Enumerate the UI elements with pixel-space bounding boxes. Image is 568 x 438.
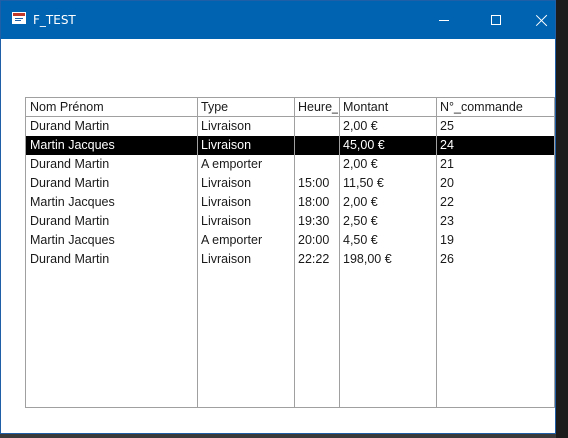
column-separator[interactable] (197, 98, 198, 407)
cell-montant: 198,00 € (343, 252, 392, 266)
maximize-button[interactable] (473, 1, 519, 39)
cell-type: Livraison (201, 176, 252, 190)
cell-numero-commande: 21 (440, 157, 454, 171)
cell-numero-commande: 26 (440, 252, 454, 266)
cell-numero-commande: 22 (440, 195, 454, 209)
cell-numero-commande: 23 (440, 214, 454, 228)
minimize-button[interactable] (421, 1, 467, 39)
cell-heure: 20:00 (298, 233, 330, 247)
cell-heure: 19:30 (298, 214, 330, 228)
cell-type: A emporter (201, 157, 263, 171)
cell-nom-prenom: Durand Martin (30, 214, 110, 228)
cell-montant: 2,00 € (343, 119, 378, 133)
background-shadow (556, 0, 568, 438)
cell-type: Livraison (201, 138, 252, 152)
cell-type: Livraison (201, 252, 252, 266)
list-item[interactable]: Martin Jacques Livraison 18:00 2,00 € 22 (26, 193, 554, 212)
column-separator[interactable] (339, 98, 340, 407)
form-window: F_TEST Nom Prénom Type Heure_ Montant N°… (0, 0, 556, 434)
form-icon[interactable] (12, 12, 26, 24)
header-numero-commande: N°_commande (440, 100, 523, 114)
column-separator[interactable] (436, 98, 437, 407)
cell-nom-prenom: Martin Jacques (30, 138, 115, 152)
cell-nom-prenom: Durand Martin (30, 176, 110, 190)
cell-nom-prenom: Durand Martin (30, 119, 110, 133)
cell-montant: 11,50 € (343, 176, 384, 190)
cell-heure: 15:00 (298, 176, 330, 190)
cell-montant: 45,00 € (343, 138, 385, 152)
list-item[interactable]: Martin Jacques Livraison 45,00 € 24 (26, 136, 554, 155)
cell-nom-prenom: Durand Martin (30, 157, 110, 171)
header-nom-prenom: Nom Prénom (30, 100, 104, 114)
close-icon (536, 14, 548, 26)
cell-montant: 2,50 € (343, 214, 378, 228)
list-header: Nom Prénom Type Heure_ Montant N°_comman… (26, 98, 554, 117)
cell-numero-commande: 24 (440, 138, 454, 152)
cell-montant: 2,00 € (343, 195, 378, 209)
list-item[interactable]: Martin Jacques A emporter 20:00 4,50 € 1… (26, 231, 554, 250)
cell-heure: 22:22 (298, 252, 330, 266)
cell-montant: 4,50 € (343, 233, 378, 247)
minimize-icon (439, 19, 449, 21)
header-type: Type (201, 100, 229, 114)
cell-nom-prenom: Martin Jacques (30, 233, 115, 247)
cell-type: Livraison (201, 214, 252, 228)
cell-nom-prenom: Martin Jacques (30, 195, 115, 209)
orders-list-box[interactable]: Nom Prénom Type Heure_ Montant N°_comman… (25, 97, 555, 408)
window-title: F_TEST (33, 13, 76, 27)
title-bar[interactable]: F_TEST (1, 1, 555, 39)
cell-type: Livraison (201, 195, 252, 209)
list-item[interactable]: Durand Martin A emporter 2,00 € 21 (26, 155, 554, 174)
list-item[interactable]: Durand Martin Livraison 19:30 2,50 € 23 (26, 212, 554, 231)
list-item[interactable]: Durand Martin Livraison 2,00 € 25 (26, 117, 554, 136)
list-item[interactable]: Durand Martin Livraison 22:22 198,00 € 2… (26, 250, 554, 269)
list-item[interactable]: Durand Martin Livraison 15:00 11,50 € 20 (26, 174, 554, 193)
cell-heure (298, 136, 338, 155)
cell-montant: 2,00 € (343, 157, 378, 171)
cell-heure (298, 155, 338, 174)
maximize-icon (491, 15, 501, 25)
close-button[interactable] (519, 1, 565, 39)
cell-numero-commande: 20 (440, 176, 454, 190)
cell-numero-commande: 19 (440, 233, 454, 247)
header-montant: Montant (343, 100, 389, 114)
cell-type: Livraison (201, 119, 252, 133)
cell-heure: 18:00 (298, 195, 330, 209)
cell-numero-commande: 25 (440, 119, 454, 133)
cell-heure (298, 117, 338, 136)
header-heure: Heure_ (298, 100, 338, 114)
cell-nom-prenom: Durand Martin (30, 252, 110, 266)
cell-type: A emporter (201, 233, 263, 247)
column-separator[interactable] (294, 98, 295, 407)
